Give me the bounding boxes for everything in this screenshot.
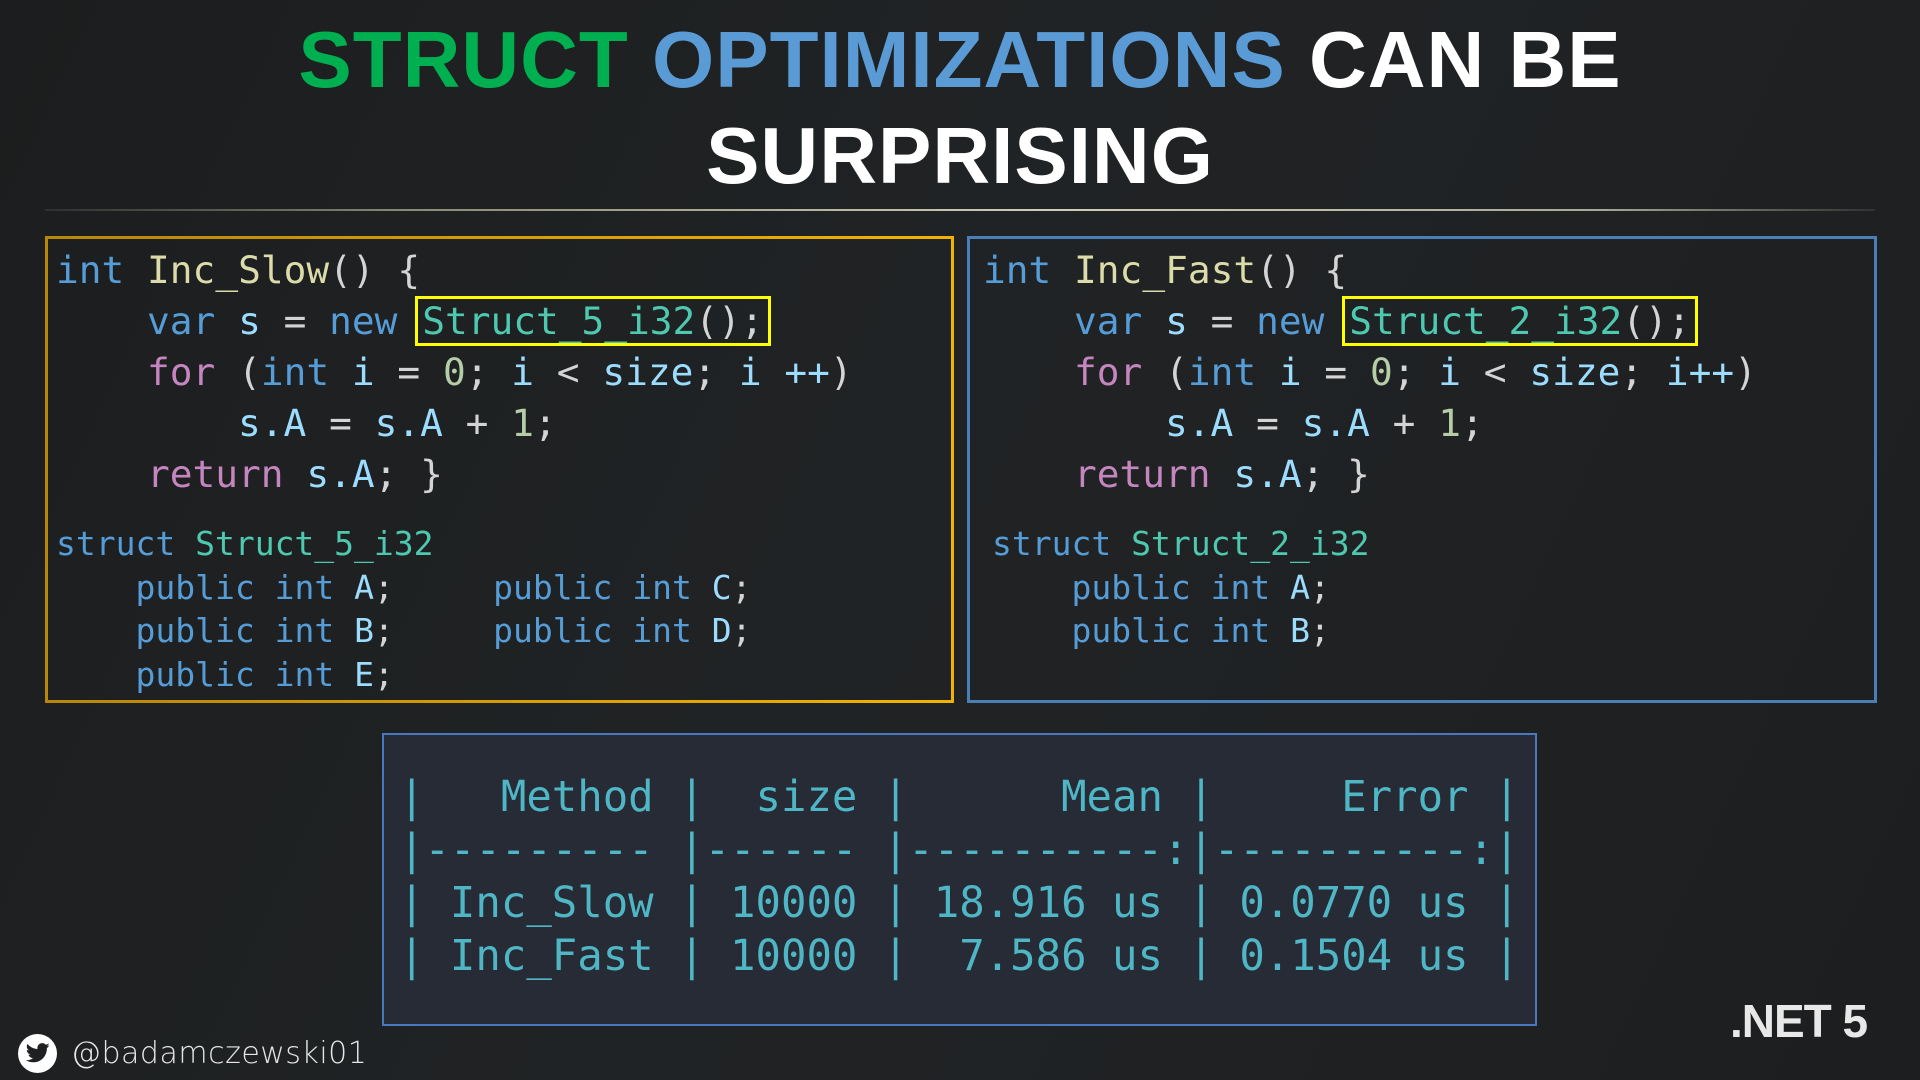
- fast-method-code: int Inc_Fast() { var s = new Struct_2_i3…: [983, 248, 1757, 496]
- table-row: | Inc_Slow | 10000 | 18.916 us | 0.0770 …: [399, 878, 1520, 927]
- new-keyword: new: [329, 299, 398, 343]
- slow-struct-definition: struct Struct_5_i32 public int A; public…: [56, 522, 751, 696]
- struct-field: public int A;: [1071, 567, 1330, 607]
- loop-var: i: [1278, 350, 1302, 394]
- loop-int: int: [1187, 350, 1257, 394]
- benchmark-results-table: | Method | size | Mean | Error | |-------…: [382, 733, 1537, 1026]
- title-word-optimizations: OPTIMIZATIONS: [652, 15, 1286, 104]
- signature-tail: () {: [329, 248, 421, 292]
- highlighted-constructor: Struct_2_i32();: [1342, 296, 1698, 346]
- title-word-can-be: CAN BE: [1308, 15, 1622, 104]
- struct-field: public int B;: [1071, 611, 1330, 650]
- struct-field: public int A;: [135, 567, 394, 607]
- body-rhs: s.A: [374, 401, 443, 445]
- slow-method-code: int Inc_Slow() { var s = new Struct_5_i3…: [56, 248, 853, 496]
- table-separator-row: |--------- |------ |----------:|--------…: [399, 825, 1520, 874]
- var-keyword: var: [147, 299, 216, 343]
- loop-inc: i++: [1665, 350, 1735, 394]
- loop-init: 0: [442, 350, 466, 394]
- title-divider: [45, 209, 1875, 211]
- method-name: Inc_Fast: [1074, 248, 1257, 292]
- var-name: s: [1165, 299, 1188, 343]
- loop-limit: size: [602, 350, 694, 394]
- title-line-2: SURPRISING: [706, 111, 1214, 200]
- body-lhs: s.A: [238, 401, 307, 445]
- return-expr: s.A: [306, 452, 375, 496]
- loop-inc: i ++: [738, 350, 830, 394]
- close-brace: }: [420, 452, 443, 496]
- body-add: 1: [1438, 401, 1461, 445]
- struct-keyword: struct: [992, 524, 1112, 563]
- loop-limit: size: [1529, 350, 1621, 394]
- dotnet-version-badge: .NET 5: [1730, 995, 1868, 1047]
- var-keyword: var: [1074, 299, 1143, 343]
- signature-tail: () {: [1256, 248, 1348, 292]
- struct-field: public int C;: [493, 567, 752, 607]
- return-type: int: [983, 248, 1052, 292]
- struct-field: public int D;: [493, 611, 752, 650]
- return-expr: s.A: [1233, 452, 1302, 496]
- assign-op: =: [1210, 299, 1234, 343]
- loop-var: i: [351, 350, 375, 394]
- struct-field: public int E;: [135, 654, 394, 694]
- body-lhs: s.A: [1165, 401, 1234, 445]
- struct-field: public int B;: [135, 611, 394, 650]
- table-header-row: | Method | size | Mean | Error |: [399, 772, 1520, 821]
- ctor-tail: ();: [1622, 299, 1691, 343]
- loop-int: int: [260, 350, 330, 394]
- body-add: 1: [511, 401, 534, 445]
- for-keyword: for: [1074, 350, 1143, 394]
- new-keyword: new: [1256, 299, 1325, 343]
- for-keyword: for: [147, 350, 216, 394]
- body-rhs: s.A: [1301, 401, 1370, 445]
- struct-name: Struct_2_i32: [1131, 524, 1370, 563]
- table-row: | Inc_Fast | 10000 | 7.586 us | 0.1504 u…: [399, 931, 1520, 980]
- struct-type-name: Struct_2_i32: [1349, 299, 1623, 343]
- return-keyword: return: [1074, 452, 1211, 496]
- return-keyword: return: [147, 452, 284, 496]
- var-name: s: [238, 299, 261, 343]
- close-brace: }: [1347, 452, 1370, 496]
- struct-keyword: struct: [56, 524, 176, 563]
- highlighted-constructor: Struct_5_i32();: [415, 296, 771, 346]
- method-name: Inc_Slow: [147, 248, 330, 292]
- struct-name: Struct_5_i32: [195, 524, 434, 563]
- twitter-icon: [18, 1033, 57, 1073]
- fast-code-panel: int Inc_Fast() { var s = new Struct_2_i3…: [967, 236, 1877, 703]
- loop-init: 0: [1369, 350, 1393, 394]
- handle-text: @badamczewski01: [71, 1035, 368, 1071]
- twitter-handle[interactable]: @badamczewski01: [18, 1033, 368, 1073]
- struct-type-name: Struct_5_i32: [422, 299, 696, 343]
- ctor-tail: ();: [695, 299, 764, 343]
- assign-op: =: [283, 299, 307, 343]
- slow-code-panel: int Inc_Slow() { var s = new Struct_5_i3…: [45, 236, 954, 703]
- benchmark-table-text: | Method | size | Mean | Error | |-------…: [399, 770, 1519, 982]
- title-line-1: STRUCT OPTIMIZATIONS CAN BE: [0, 12, 1920, 108]
- title-word-struct: STRUCT: [298, 15, 629, 104]
- fast-struct-definition: struct Struct_2_i32 public int A; public…: [992, 522, 1370, 653]
- return-type: int: [56, 248, 125, 292]
